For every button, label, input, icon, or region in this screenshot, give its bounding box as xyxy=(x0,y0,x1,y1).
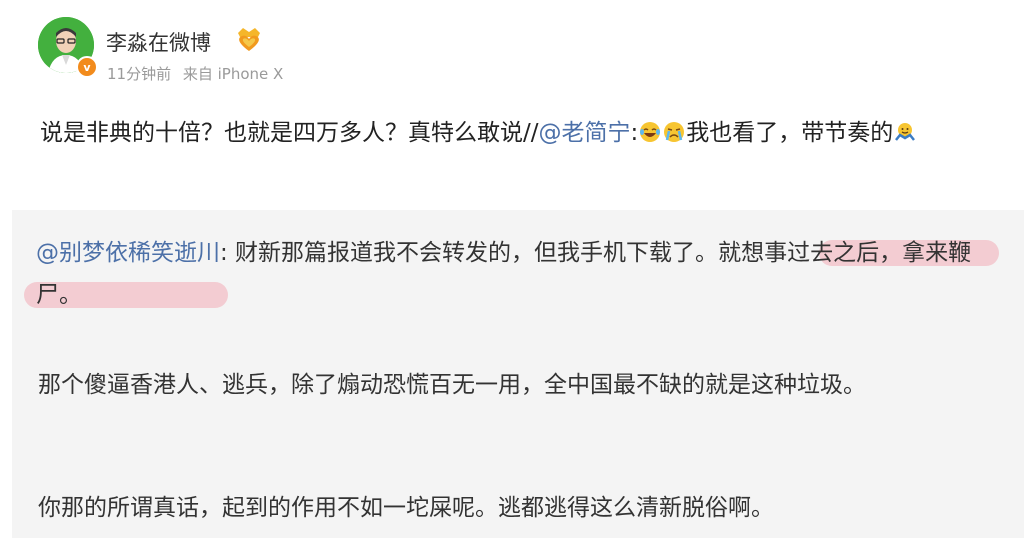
laugh-cry-emoji xyxy=(638,117,662,157)
post-text: 说是非典的十倍？也就是四万多人？真特么敢说//@老简宁: 我也看了，带节奏的 xyxy=(40,113,990,157)
post-header: v 李淼在微博 11分钟前 来自 iPhone X xyxy=(0,0,1024,100)
verified-badge: v xyxy=(76,56,98,78)
post-meta: 11分钟前 来自 iPhone X xyxy=(107,63,290,84)
post-colon: : xyxy=(630,120,639,146)
repost-text-segment: : 财新那篇报道我不会转发的，但我手机下载了。 xyxy=(220,240,719,266)
heart-crown-icon[interactable] xyxy=(234,27,264,57)
post-text-segment: 说是非典的十倍？也就是四万多人？真特么敢说// xyxy=(40,120,539,146)
cry-emoji xyxy=(662,117,686,157)
username[interactable]: 李淼在微博 xyxy=(106,27,211,57)
repost-text: @别梦依稀笑逝川: 财新那篇报道我不会转发的，但我手机下载了。就想事过去之后，拿… xyxy=(36,232,1011,316)
mention-link[interactable]: @老简宁 xyxy=(539,120,631,146)
post-text-tail: 我也看了，带节奏的 xyxy=(686,120,894,146)
post-source: 来自 iPhone X xyxy=(182,65,284,83)
repost-block[interactable]: @别梦依稀笑逝川: 财新那篇报道我不会转发的，但我手机下载了。就想事过去之后，拿… xyxy=(12,210,1024,538)
shrug-emoji xyxy=(893,117,917,157)
post-time: 11分钟前 xyxy=(107,65,172,83)
repost-paragraph: 你那的所谓真话，起到的作用不如一坨屎呢。逃都逃得这么清新脱俗啊。 xyxy=(38,495,774,521)
repost-mention-link[interactable]: @别梦依稀笑逝川 xyxy=(36,240,220,266)
repost-paragraph: 那个傻逼香港人、逃兵，除了煽动恐慌百无一用，全中国最不缺的就是这种垃圾。 xyxy=(38,372,866,398)
